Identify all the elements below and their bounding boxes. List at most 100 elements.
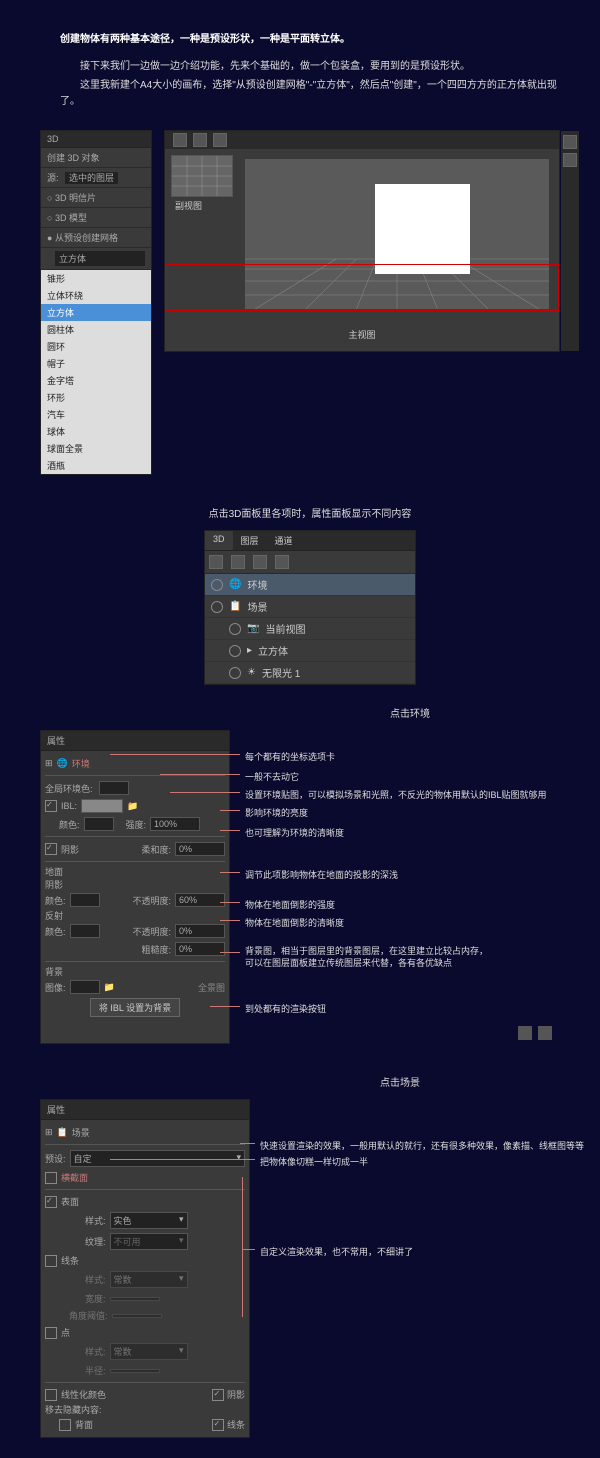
angle-threshold-label: 角度阈值: [69,1309,108,1322]
refl-opacity-label: 不透明度: [132,925,171,938]
annot-bg-2: 可以在图层面板建立传统图层来代替，各有各优缺点 [245,956,452,969]
tab-channels[interactable]: 通道 [267,531,301,550]
tree-current-view[interactable]: 📷 当前视图 [205,618,415,640]
coord-tab-icon[interactable]: ⊞ [45,1127,53,1138]
backface-checkbox[interactable] [59,1419,71,1431]
shadow-checkbox[interactable] [45,843,57,855]
article-para-2: 这里我新建个A4大小的画布，选择"从预设创建网格"-"立方体"，然后点"创建"，… [60,78,560,110]
panel-title: 场景 [72,1126,90,1139]
softness-input[interactable]: 0% [175,842,225,856]
preset-item[interactable]: 球体 [41,423,151,440]
opt-preset-mesh[interactable]: ● 从预设创建网格 [41,228,151,248]
tree-scene[interactable]: 📋 场景 [205,596,415,618]
preset-item[interactable]: 球面全景 [41,440,151,457]
filter-light-icon[interactable] [275,555,289,569]
tree-label: 当前视图 [265,621,305,636]
roughness-input[interactable]: 0% [175,942,225,956]
folder-icon[interactable]: 📁 [127,801,138,812]
bg-image-swatch[interactable] [70,980,100,994]
create-3d-button[interactable]: 创建 3D 对象 [41,148,151,168]
camera-icon: 📷 [247,623,259,634]
visibility-toggle[interactable] [211,579,223,591]
create-3d-panel: 3D 创建 3D 对象 源: 选中的图层 ○ 3D 明信片 ○ 3D 模型 ● … [40,130,152,475]
visibility-toggle[interactable] [229,667,241,679]
ibl-checkbox[interactable] [45,800,57,812]
preset-item[interactable]: 圆环 [41,338,151,355]
points-label: 点 [61,1326,70,1339]
preset-item[interactable]: 帽子 [41,355,151,372]
panel-header: 属性 [41,1100,249,1120]
preset-item[interactable]: 环形 [41,389,151,406]
3d-viewport[interactable]: 副视图 [164,130,560,352]
section-2-title: 点击3D面板里各项时，属性面板显示不同内容 [60,505,560,520]
annot-coord-tab: 每个都有的坐标选项卡 [245,750,335,763]
tool-icon[interactable] [193,133,207,147]
intensity-input[interactable]: 100% [150,817,200,831]
lines-checkbox[interactable] [45,1255,57,1267]
render-icon[interactable] [518,1026,532,1040]
tab-layers[interactable]: 图层 [233,531,267,550]
filter-material-icon[interactable] [253,555,267,569]
visibility-toggle[interactable] [211,601,223,613]
filter-mesh-icon[interactable] [231,555,245,569]
tool-icon[interactable] [173,133,187,147]
intensity-label: 强度: [126,818,147,831]
annot-custom-render: 自定义渲染效果，也不常用，不细讲了 [260,1245,413,1258]
cube-object[interactable] [375,184,470,274]
folder-icon[interactable]: 📁 [104,982,115,993]
tree-cube[interactable]: ▸ 立方体 [205,640,415,662]
coord-tab-icon[interactable]: ⊞ [45,758,53,769]
linearize-checkbox[interactable] [45,1389,57,1401]
opt-3d-model[interactable]: ○ 3D 模型 [41,208,151,228]
source-value[interactable]: 选中的图层 [65,172,118,184]
refl-color-swatch[interactable] [70,924,100,938]
opt-3d-postcard[interactable]: ○ 3D 明信片 [41,188,151,208]
visibility-toggle[interactable] [229,623,241,635]
surface-style-dropdown[interactable]: 实色▾ [110,1212,188,1229]
preset-item-selected[interactable]: 立方体 [41,304,151,321]
set-ibl-bg-button[interactable]: 将 IBL 设置为背景 [90,998,180,1017]
tree-infinite-light[interactable]: ☀ 无限光 1 [205,662,415,684]
annot-refl-opacity: 物体在地面倒影的强度 [245,898,335,911]
tool-icon[interactable] [563,135,577,149]
tree-environment[interactable]: 🌐 环境 [205,574,415,596]
tree-label: 无限光 1 [262,665,300,680]
tab-3d[interactable]: 3D [205,531,233,550]
ground-color-swatch[interactable] [70,893,100,907]
points-style-label: 样式: [85,1345,106,1358]
properties-scene-panel: 属性 ⊞ 📋 场景 预设:自定▾ 横截面 表面 样式:实色▾ 纹理:不可用▾ 线… [40,1099,250,1438]
preset-selected[interactable]: 立方体 [55,251,145,266]
lines-style-label: 样式: [85,1273,106,1286]
preset-label: 预设: [45,1152,66,1165]
ibl-color-swatch[interactable] [84,817,114,831]
surface-texture-label: 纹理: [85,1235,106,1248]
delete-icon[interactable] [538,1026,552,1040]
preset-item[interactable]: 汽车 [41,406,151,423]
light-icon: ☀ [247,667,256,678]
global-env-color-swatch[interactable] [99,781,129,795]
refl-opacity-input[interactable]: 0% [175,924,225,938]
preset-item[interactable]: 圆柱体 [41,321,151,338]
annot-cross-section: 把物体像切糕一样切成一半 [260,1155,368,1168]
lines-hide-checkbox[interactable] [212,1419,224,1431]
preset-item[interactable]: 酒瓶 [41,457,151,474]
preset-list[interactable]: 锥形 立体环绕 立方体 圆柱体 圆环 帽子 金字塔 环形 汽车 球体 球面全景 … [41,270,151,474]
ground-plane-indicator [165,264,559,311]
preset-item[interactable]: 金字塔 [41,372,151,389]
tool-icon[interactable] [563,153,577,167]
linearize-label: 线性化颜色 [61,1388,106,1401]
ground-opacity-input[interactable]: 60% [175,893,225,907]
tool-icon[interactable] [213,133,227,147]
section-3-title: 点击环境 [260,705,560,720]
shadow-checkbox[interactable] [212,1389,224,1401]
preset-item[interactable]: 立体环绕 [41,287,151,304]
visibility-toggle[interactable] [229,645,241,657]
surface-checkbox[interactable] [45,1196,57,1208]
secondary-view[interactable] [171,155,233,197]
source-row: 源: 选中的图层 [41,168,151,188]
filter-scene-icon[interactable] [209,555,223,569]
points-checkbox[interactable] [45,1327,57,1339]
preset-item[interactable]: 锥形 [41,270,151,287]
cross-section-checkbox[interactable] [45,1172,57,1184]
ibl-texture-swatch[interactable] [81,799,123,813]
